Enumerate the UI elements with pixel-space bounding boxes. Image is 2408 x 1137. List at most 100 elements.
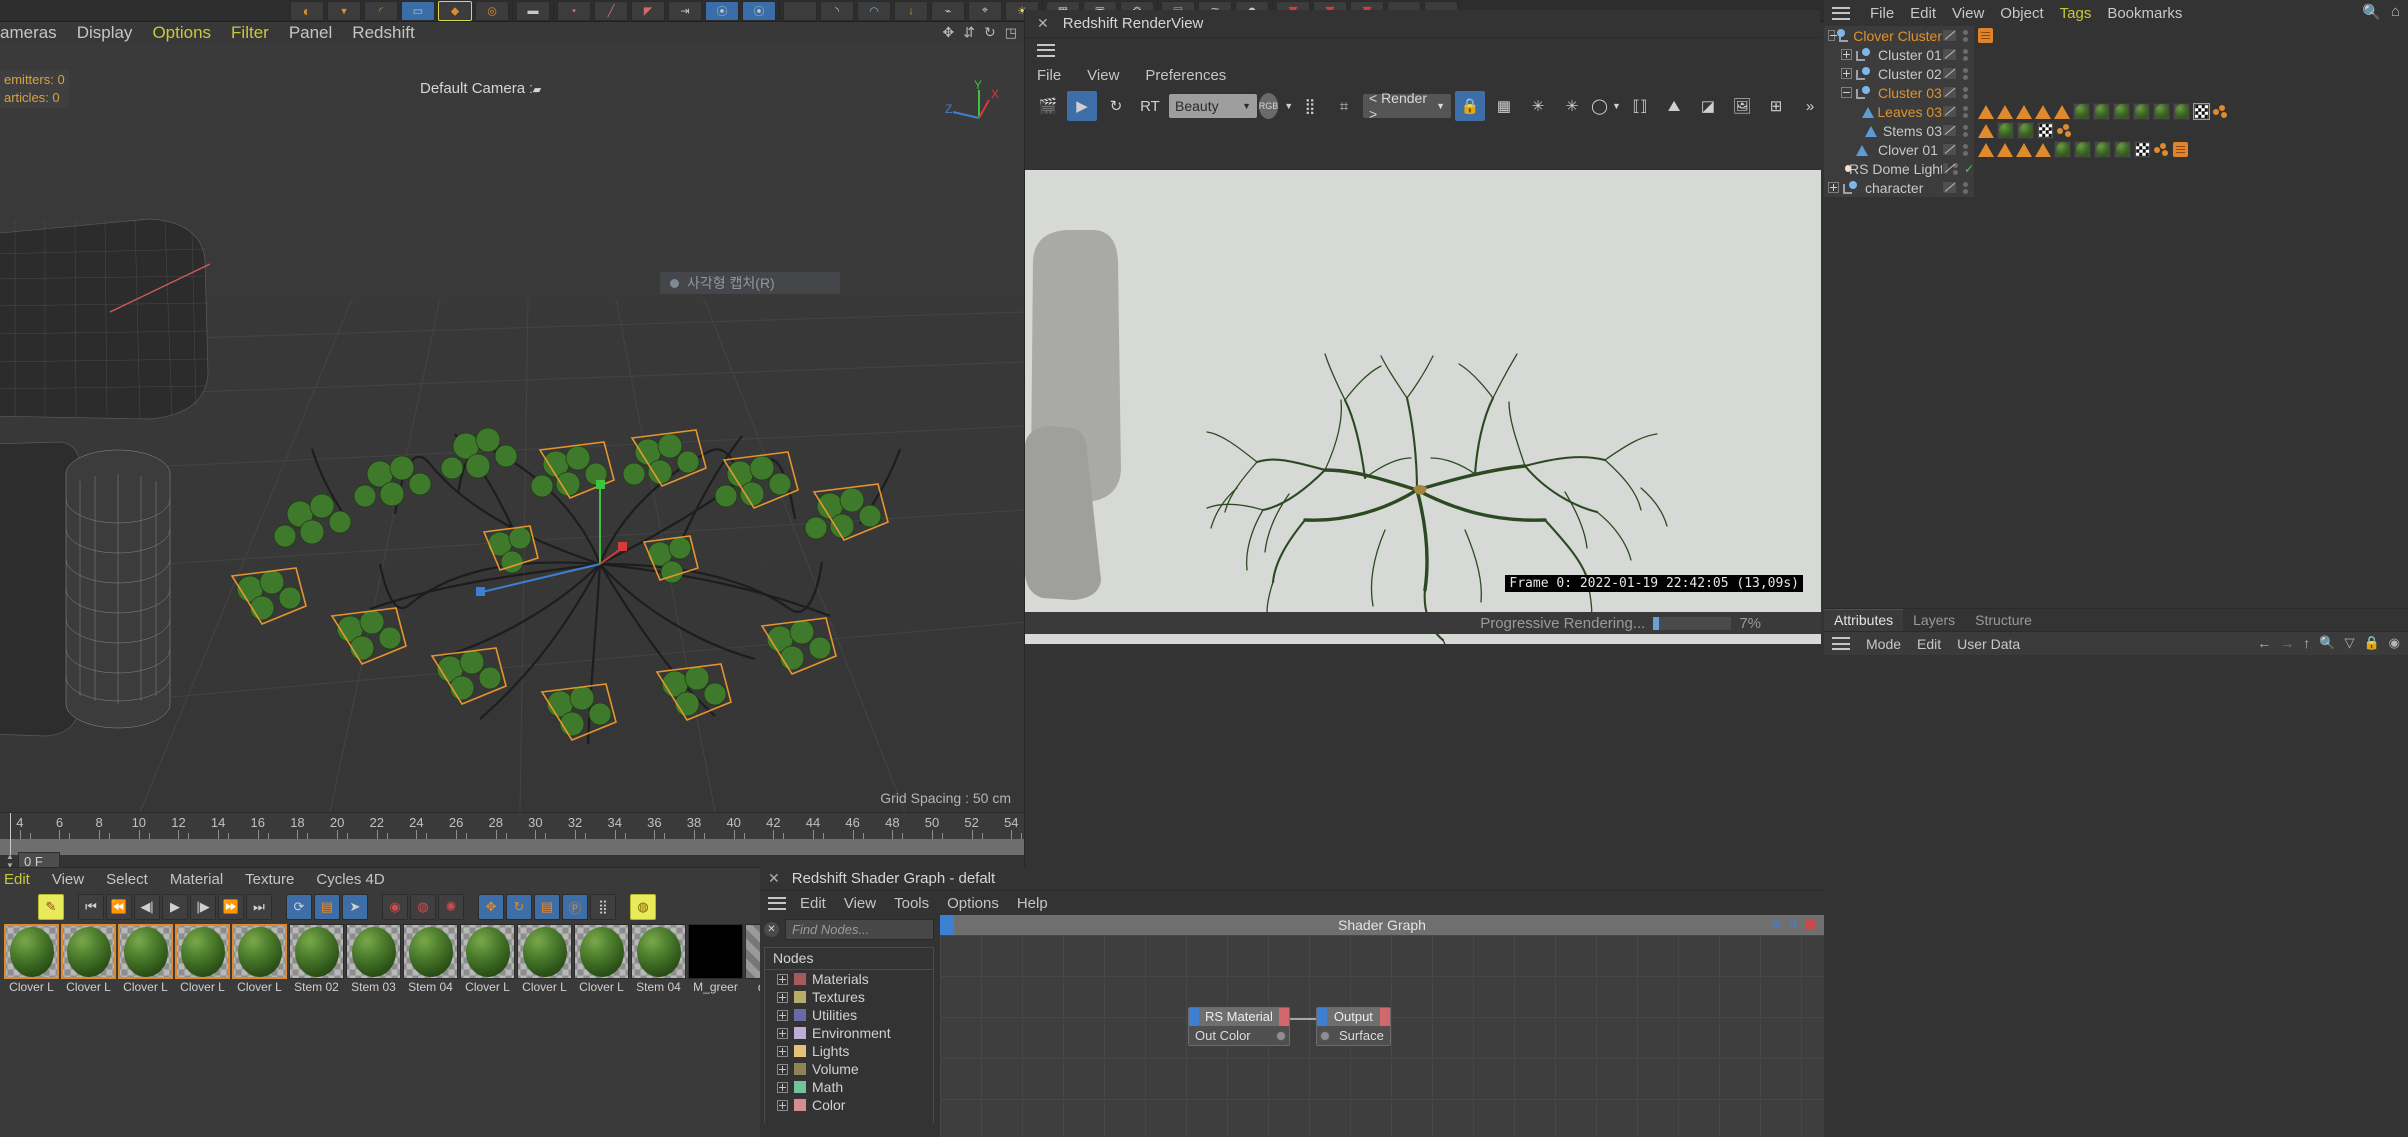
material-thumbnail[interactable]	[118, 924, 173, 979]
object-tree-cell[interactable]: Clover Cluster	[1824, 26, 1942, 45]
visibility-dots-icon[interactable]	[1961, 143, 1969, 156]
node-port-row[interactable]: Surface	[1317, 1026, 1390, 1045]
renderview-menubar[interactable]: File View Preferences	[1025, 62, 1820, 88]
expander-icon[interactable]	[777, 1027, 788, 1039]
node-category-row[interactable]: Environment	[765, 1024, 933, 1042]
material-tag[interactable]	[2173, 103, 2190, 120]
annotation-tag-icon[interactable]	[1978, 28, 1993, 43]
toolbar-button-nurbs[interactable]: ◠	[857, 0, 891, 21]
close-graph-icon[interactable]	[1805, 918, 1816, 930]
cloner-tag-icon[interactable]	[2035, 104, 2051, 119]
object-tags[interactable]	[1978, 28, 1993, 43]
material-item[interactable]: Clover L	[517, 924, 572, 994]
object-menu-file[interactable]: File	[1870, 5, 1894, 22]
expander-icon[interactable]	[777, 1099, 788, 1111]
node-category-row[interactable]: Color	[765, 1096, 933, 1114]
record-position-button[interactable]: ◉	[382, 894, 408, 920]
material-thumbnail[interactable]	[403, 924, 458, 979]
material-tag[interactable]	[2017, 122, 2034, 139]
key-position-button[interactable]: ✥	[478, 894, 504, 920]
object-manager-menubar[interactable]: File Edit View Object Tags Bookmarks 🔍 ⌂	[1824, 0, 2408, 26]
toolbar-button-edge[interactable]: ╱	[594, 0, 628, 21]
node-input-cap[interactable]	[1189, 1008, 1199, 1026]
node-port-dot[interactable]	[1320, 1030, 1330, 1041]
material-item[interactable]: Clover L	[118, 924, 173, 994]
material-item[interactable]: Stem 02	[289, 924, 344, 994]
save-image-icon[interactable]: 🖼	[1727, 91, 1757, 121]
key-parameter-button[interactable]: Ⓟ	[562, 894, 588, 920]
renderview-toolbar[interactable]: 🎬 ▶ ↻ RT Beauty ▼ RGB ▼ ⣿ ⌗ < Render > ▼…	[1025, 88, 1820, 124]
renderview-hamburger[interactable]	[1025, 38, 1820, 62]
material-tag[interactable]	[2113, 103, 2130, 120]
more-icon[interactable]: »	[1795, 91, 1825, 121]
search-icon[interactable]: 🔍	[2362, 3, 2381, 21]
attributes-menu-edit[interactable]: Edit	[1917, 636, 1941, 652]
attributes-panel[interactable]: Attributes Layers Structure Mode Edit Us…	[1824, 608, 2408, 872]
visibility-dots-icon[interactable]	[1961, 181, 1969, 194]
viewport-navigation-icons[interactable]: ✥ ⇵ ↻ ◳	[943, 24, 1018, 41]
material-thumbnail[interactable]	[4, 924, 59, 979]
cloner-tag-icon[interactable]	[1997, 104, 2013, 119]
object-visibility-cell[interactable]	[1942, 64, 1974, 83]
toolbar-button-world[interactable]: ⦿	[705, 0, 739, 21]
crop-region-icon[interactable]: ⌗	[1329, 91, 1359, 121]
material-thumbnail[interactable]	[688, 924, 743, 979]
object-row[interactable]: Cluster 03	[1824, 83, 2408, 102]
find-nodes-input[interactable]: Find Nodes...	[785, 919, 934, 940]
object-menu-bookmarks[interactable]: Bookmarks	[2107, 5, 2182, 22]
rotate-icon[interactable]: ↻	[984, 24, 996, 41]
loop-playback-button[interactable]: ⟳	[286, 894, 312, 920]
material-thumbnail[interactable]	[175, 924, 230, 979]
keyframe-mode-button[interactable]: ▤	[314, 894, 340, 920]
clear-search-icon[interactable]: ✕	[764, 922, 779, 937]
renderview-menu-file[interactable]: File	[1037, 67, 1061, 84]
cloner-tag-icon[interactable]	[1978, 142, 1994, 157]
material-thumbnail[interactable]	[460, 924, 515, 979]
expander-icon[interactable]	[777, 1009, 788, 1021]
edit-flag-icon[interactable]	[1942, 162, 1949, 175]
object-menu-edit[interactable]: Edit	[1910, 5, 1936, 22]
edit-flag-icon[interactable]	[1942, 29, 1957, 42]
edit-flag-icon[interactable]	[1942, 48, 1957, 61]
visibility-dots-icon[interactable]	[1961, 67, 1969, 80]
cloner-tag-icon[interactable]	[1978, 123, 1994, 138]
material-item[interactable]: Clover L	[4, 924, 59, 994]
expand-icon[interactable]	[1841, 49, 1852, 60]
hamburger-icon[interactable]	[768, 896, 786, 910]
pan-icon[interactable]: ✥	[943, 24, 955, 41]
material-tag[interactable]	[1997, 122, 2014, 139]
visibility-dots-icon[interactable]	[1961, 48, 1969, 61]
object-manager[interactable]: File Edit View Object Tags Bookmarks 🔍 ⌂…	[1824, 0, 2408, 608]
material-tag[interactable]	[2073, 103, 2090, 120]
ellipse-icon[interactable]: ◯ ▼	[1591, 91, 1621, 121]
tab-layers[interactable]: Layers	[1903, 610, 1965, 631]
layout-icon[interactable]: ⇅	[1788, 917, 1798, 931]
node-input-cap[interactable]	[1317, 1008, 1327, 1026]
particle-tag-icon[interactable]	[2154, 142, 2170, 157]
object-menu-tags[interactable]: Tags	[2060, 5, 2092, 22]
image-compare-icon[interactable]: ⛰	[1659, 91, 1689, 121]
grid-view-icon[interactable]: ▦	[1489, 91, 1519, 121]
shader-graph-canvas[interactable]: Shader Graph ✥ ⇅ RS Material Out Color Out…	[940, 915, 1824, 1137]
object-visibility-cell[interactable]: ✓	[1942, 159, 1974, 178]
toolbar-button-scale[interactable]: ◆	[438, 0, 472, 21]
viewport-canvas[interactable]: emitters: 0 articles: 0 Default Camera ⁚…	[0, 44, 1025, 812]
object-visibility-cell[interactable]	[1942, 121, 1974, 140]
current-frame-stepper[interactable]: 0 F ▲ ▼	[0, 840, 60, 870]
object-tree-cell[interactable]: Cluster 01	[1824, 45, 1942, 64]
material-menu-material[interactable]: Material	[170, 871, 223, 888]
cloner-tag-icon[interactable]	[2054, 104, 2070, 119]
back-icon[interactable]: ←	[2257, 635, 2271, 651]
node-category-row[interactable]: Utilities	[765, 1006, 933, 1024]
toolbar-button-cube[interactable]	[783, 0, 817, 21]
viewport-menu-items[interactable]: ameras Display Options Filter Panel Reds…	[0, 23, 415, 43]
toolbar-button-point[interactable]: •	[557, 0, 591, 21]
node-output-cap[interactable]	[1379, 1008, 1390, 1026]
object-visibility-cell[interactable]	[1942, 102, 1974, 121]
viewport-menu-redshift[interactable]: Redshift	[352, 23, 414, 43]
material-menu-select[interactable]: Select	[106, 871, 148, 888]
refresh-icon[interactable]: ↻	[1101, 91, 1131, 121]
object-tree-cell[interactable]: Cluster 02	[1824, 64, 1942, 83]
object-tree-cell[interactable]: Leaves 03	[1824, 102, 1942, 121]
object-row[interactable]: RS Dome Light ✓	[1824, 159, 2408, 178]
